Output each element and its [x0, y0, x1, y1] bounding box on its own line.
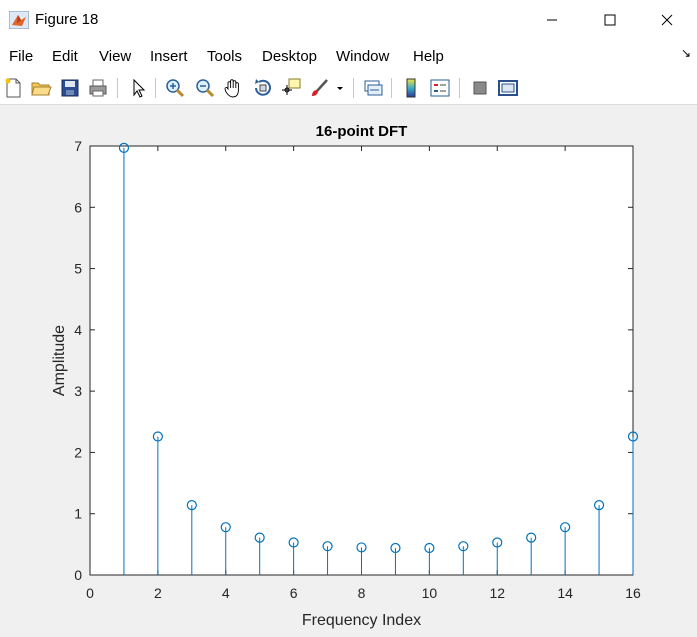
figure-toolbar — [0, 72, 697, 105]
menu-file[interactable]: File — [9, 48, 33, 65]
close-button[interactable] — [644, 0, 690, 40]
y-tick-label: 7 — [74, 138, 82, 154]
menu-view[interactable]: View — [99, 48, 131, 65]
y-tick-label: 3 — [74, 383, 82, 399]
y-tick-label: 4 — [74, 322, 82, 338]
menu-bar: File Edit View Insert Tools Desktop Wind… — [0, 40, 697, 72]
menu-help[interactable]: Help — [413, 48, 444, 65]
menu-insert[interactable]: Insert — [150, 48, 188, 65]
x-tick-label: 12 — [489, 585, 505, 601]
toolbar-separator — [391, 78, 392, 98]
menu-tools[interactable]: Tools — [207, 48, 242, 65]
toolbar-separator — [117, 78, 118, 98]
matlab-logo-icon — [9, 11, 29, 29]
zoom-out-icon[interactable] — [194, 77, 216, 99]
x-tick-label: 14 — [557, 585, 573, 601]
hide-plot-tools-icon[interactable] — [469, 77, 491, 99]
maximize-icon — [604, 14, 616, 26]
y-axis-label: Amplitude — [51, 325, 68, 396]
toolbar-separator — [353, 78, 354, 98]
brush-dropdown-icon[interactable] — [333, 77, 347, 99]
axes-box — [89, 145, 634, 576]
toolbar-separator — [459, 78, 460, 98]
x-tick-label: 8 — [358, 585, 366, 601]
menu-window[interactable]: Window — [336, 48, 389, 65]
data-cursor-icon[interactable] — [280, 77, 302, 99]
link-plot-icon[interactable] — [362, 77, 384, 99]
close-icon — [661, 14, 673, 26]
x-tick-label: 4 — [222, 585, 230, 601]
print-icon[interactable] — [87, 77, 109, 99]
colorbar-icon[interactable] — [400, 77, 422, 99]
x-tick-label: 2 — [154, 585, 162, 601]
undock-arrow-icon[interactable]: ↘ — [681, 46, 691, 60]
open-file-icon[interactable] — [30, 77, 52, 99]
legend-icon[interactable] — [429, 77, 451, 99]
show-plot-tools-icon[interactable] — [497, 77, 519, 99]
y-tick-label: 6 — [74, 199, 82, 215]
save-icon[interactable] — [59, 77, 81, 99]
figure-canvas: 01234567 0 2 4 6 8 10 12 14 16 16-point DFT Freq… — [0, 105, 697, 632]
y-tick-label: 5 — [74, 261, 82, 277]
minimize-button[interactable] — [529, 0, 575, 40]
brush-icon[interactable] — [309, 77, 331, 99]
pointer-icon[interactable] — [127, 77, 149, 99]
zoom-in-icon[interactable] — [164, 77, 186, 99]
x-tick-label: 16 — [625, 585, 641, 601]
y-tick-label: 2 — [74, 444, 82, 460]
y-tick-label: 1 — [74, 506, 82, 522]
maximize-button[interactable] — [587, 0, 633, 40]
menu-edit[interactable]: Edit — [52, 48, 78, 65]
rotate-3d-icon[interactable] — [252, 77, 274, 99]
minimize-icon — [547, 19, 557, 21]
y-tick-label: 0 — [74, 567, 82, 583]
dft-stem-plot[interactable]: 01234567 0 2 4 6 8 10 12 14 16 16-point DFT Freq… — [0, 105, 697, 632]
menu-desktop[interactable]: Desktop — [262, 48, 317, 65]
x-tick-label: 10 — [422, 585, 438, 601]
x-tick-label: 0 — [86, 585, 94, 601]
window-title: Figure 18 — [35, 11, 99, 28]
x-tick-label: 6 — [290, 585, 298, 601]
new-figure-icon[interactable] — [2, 77, 24, 99]
pan-icon[interactable] — [222, 77, 244, 99]
chart-title: 16-point DFT — [316, 123, 408, 140]
toolbar-separator — [155, 78, 156, 98]
x-axis-label: Frequency Index — [302, 612, 421, 629]
title-bar: Figure 18 — [0, 0, 697, 40]
